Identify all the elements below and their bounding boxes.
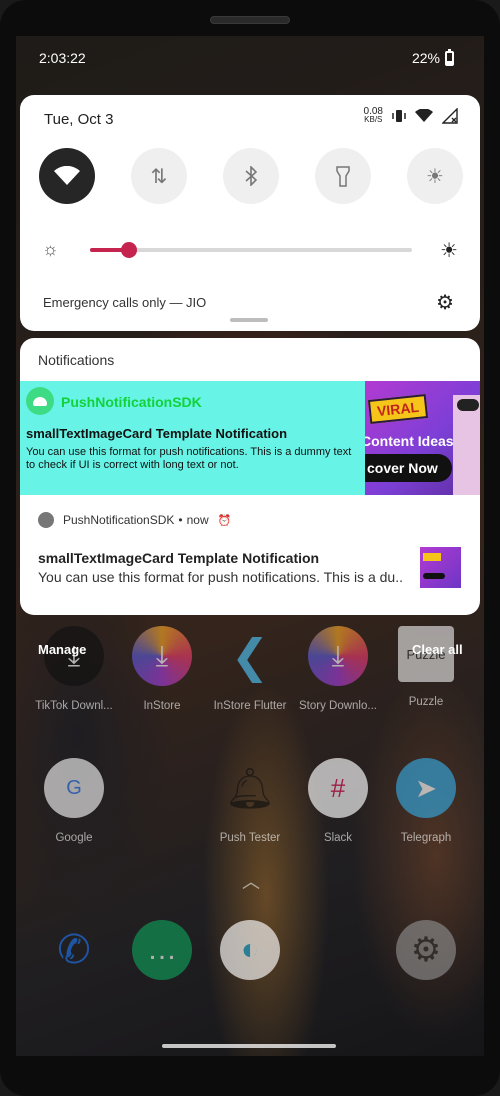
standard-notification-header: PushNotificationSDK • now ⏰ bbox=[38, 512, 231, 528]
app-label: Puzzle bbox=[408, 696, 444, 708]
app-avatar-icon bbox=[38, 512, 54, 528]
settings-gear-icon: ⚙ bbox=[396, 920, 456, 980]
battery-status: 22% bbox=[411, 48, 454, 66]
tile-wifi[interactable] bbox=[39, 148, 95, 204]
app-label: Push Tester bbox=[219, 832, 281, 844]
qs-date[interactable]: Tue, Oct 3 bbox=[44, 111, 113, 128]
std-time: now bbox=[186, 513, 209, 527]
auto-brightness-icon[interactable]: ☀ bbox=[440, 238, 458, 263]
alarm-icon: ⏰ bbox=[217, 514, 232, 527]
phone-frame: ⤓ TikTok Downl... ⤓ InStore ❮ InStore Fl… bbox=[0, 0, 500, 1096]
app-instore[interactable]: ⤓ InStore bbox=[118, 626, 206, 712]
carrier-text: Emergency calls only — JIO bbox=[43, 295, 207, 310]
screen: ⤓ TikTok Downl... ⤓ InStore ❮ InStore Fl… bbox=[16, 36, 484, 1056]
manage-button[interactable]: Manage bbox=[38, 642, 86, 657]
flutter-icon: ❮ bbox=[230, 630, 270, 682]
dock-phone[interactable]: ✆ bbox=[30, 920, 118, 994]
network-speed: 0.08 KB/S bbox=[364, 107, 383, 124]
card-text-area: PushNotificationSDK smallTextImageCard T… bbox=[20, 381, 365, 495]
phone-icon: ✆ bbox=[57, 928, 91, 972]
quick-settings-panel: Tue, Oct 3 0.08 KB/S ⇅ ☀ ☼ ☀ Emergency c… bbox=[20, 95, 480, 331]
vibrate-icon bbox=[392, 110, 406, 122]
app-drawer-chevron-up-icon[interactable]: ︿ bbox=[242, 868, 260, 894]
app-tiktok-downloader[interactable]: ⤓ TikTok Downl... bbox=[30, 626, 118, 712]
tile-night-light[interactable]: ☀ bbox=[407, 148, 463, 204]
edge-browser-icon: ◐ bbox=[220, 920, 280, 980]
wifi-signal-icon bbox=[415, 109, 433, 122]
standard-notification-thumbnail bbox=[420, 547, 461, 588]
promo-ideas-text: Content Ideas bbox=[365, 433, 454, 449]
brightness-slider-track[interactable] bbox=[90, 248, 412, 252]
bell-icon: 🔔︎ bbox=[224, 766, 276, 811]
app-label: Telegraph bbox=[400, 832, 452, 844]
earpiece-speaker bbox=[210, 16, 290, 24]
tile-bluetooth[interactable] bbox=[223, 148, 279, 204]
dock-settings[interactable]: ⚙ bbox=[382, 920, 470, 994]
messages-icon: … bbox=[132, 920, 192, 980]
status-bar: 2:03:22 22% bbox=[16, 36, 484, 82]
app-telegraph[interactable]: ➤ Telegraph bbox=[382, 758, 470, 844]
clear-all-button[interactable]: Clear all bbox=[412, 642, 463, 657]
dock-messages[interactable]: … bbox=[118, 920, 206, 994]
tile-flashlight[interactable] bbox=[315, 148, 371, 204]
status-time: 2:03:22 bbox=[39, 50, 86, 66]
app-slack[interactable]: # Slack bbox=[294, 758, 382, 844]
app-label: InStore Flutter bbox=[213, 700, 287, 712]
standard-notification-body[interactable]: You can use this format for push notific… bbox=[38, 569, 403, 585]
android-logo-icon bbox=[26, 387, 54, 415]
story-download-icon: ⤓ bbox=[308, 626, 368, 686]
qs-status-icons: 0.08 KB/S bbox=[364, 107, 458, 124]
no-signal-icon bbox=[442, 108, 458, 124]
standard-notification-title[interactable]: smallTextImageCard Template Notification bbox=[38, 550, 319, 566]
std-app-name: PushNotificationSDK bbox=[63, 513, 175, 527]
night-light-icon: ☀ bbox=[426, 165, 444, 188]
battery-icon bbox=[445, 48, 454, 66]
google-folder-icon: G bbox=[44, 758, 104, 818]
notifications-panel: Notifications PushNotificationSDK smallT… bbox=[20, 338, 480, 615]
flashlight-icon bbox=[336, 166, 350, 187]
promo-discover-button: cover Now bbox=[365, 454, 452, 482]
notifications-header: Notifications bbox=[38, 352, 115, 368]
wifi-icon bbox=[54, 166, 80, 185]
data-arrows-icon: ⇅ bbox=[150, 165, 168, 188]
card-title: smallTextImageCard Template Notification bbox=[26, 426, 288, 441]
settings-gear-icon[interactable]: ⚙ bbox=[436, 290, 454, 315]
qs-tiles: ⇅ ☀ ⟳ bbox=[39, 148, 484, 204]
drag-handle[interactable] bbox=[230, 318, 268, 322]
promo-image-pill bbox=[457, 399, 479, 411]
card-promo-image: VIRAL Content Ideas cover Now bbox=[365, 381, 480, 495]
app-story-downloader[interactable]: ⤓ Story Downlo... bbox=[294, 626, 382, 712]
app-puzzle[interactable]: Puzzle Puzzle bbox=[382, 626, 470, 708]
promo-viral-burst: VIRAL bbox=[367, 394, 429, 424]
telegram-icon: ➤ bbox=[396, 758, 456, 818]
tile-mobile-data[interactable]: ⇅ bbox=[131, 148, 187, 204]
app-label: Slack bbox=[323, 832, 353, 844]
dock-edge[interactable]: ◐ bbox=[206, 920, 294, 994]
network-speed-unit: KB/S bbox=[364, 115, 383, 124]
app-label: InStore bbox=[143, 700, 181, 712]
std-separator: • bbox=[178, 513, 183, 527]
card-app-name: PushNotificationSDK bbox=[61, 394, 202, 410]
instore-icon: ⤓ bbox=[132, 626, 192, 686]
slack-icon: # bbox=[308, 758, 368, 818]
app-push-tester[interactable]: 🔔︎ Push Tester bbox=[206, 758, 294, 845]
home-gesture-bar[interactable] bbox=[162, 1044, 336, 1048]
brightness-low-icon: ☼ bbox=[42, 239, 59, 259]
card-body: You can use this format for push notific… bbox=[26, 446, 352, 471]
app-instore-flutter[interactable]: ❮ InStore Flutter bbox=[206, 626, 294, 712]
bluetooth-icon bbox=[245, 166, 257, 186]
custom-notification-card[interactable]: PushNotificationSDK smallTextImageCard T… bbox=[20, 381, 480, 495]
brightness-slider-thumb[interactable] bbox=[121, 242, 137, 258]
app-google[interactable]: G Google bbox=[30, 758, 118, 844]
app-label: TikTok Downl... bbox=[35, 700, 113, 712]
app-label: Google bbox=[55, 832, 93, 844]
brightness-row: ☼ ☀ bbox=[42, 235, 458, 265]
app-label: Story Downlo... bbox=[299, 700, 377, 712]
battery-percent: 22% bbox=[411, 50, 440, 66]
